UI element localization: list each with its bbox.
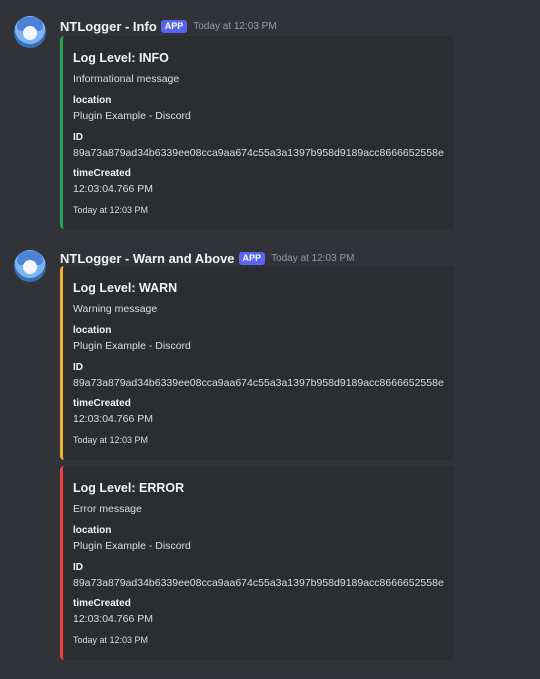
embed-description: Warning message — [73, 303, 158, 315]
avatar-face — [23, 26, 37, 40]
username[interactable]: NTLogger - Info — [60, 19, 157, 34]
field-name-id: ID — [73, 362, 83, 373]
field-value-location: Plugin Example - Discord — [73, 540, 191, 552]
message-timestamp[interactable]: Today at 12:03 PM — [271, 253, 354, 264]
embed-footer: Today at 12:03 PM — [73, 205, 149, 215]
bot-avatar[interactable] — [14, 16, 46, 48]
app-badge: APP — [238, 251, 266, 265]
field-name-location: location — [73, 95, 112, 106]
embed-footer: Today at 12:03 PM — [73, 435, 149, 445]
embed-warn: Log Level: WARN Warning message location… — [60, 266, 454, 460]
field-name-timecreated: timeCreated — [73, 598, 131, 609]
field-name-timecreated: timeCreated — [73, 168, 131, 179]
avatar-face — [23, 260, 37, 274]
field-value-id: 89a73a879ad34b6339ee08cca9aa674c55a3a139… — [73, 577, 444, 589]
embed-error: Log Level: ERROR Error message location … — [60, 466, 454, 660]
field-name-location: location — [73, 325, 112, 336]
username[interactable]: NTLogger - Warn and Above — [60, 251, 235, 266]
message-timestamp[interactable]: Today at 12:03 PM — [193, 21, 276, 32]
field-value-location: Plugin Example - Discord — [73, 340, 191, 352]
field-name-timecreated: timeCreated — [73, 398, 131, 409]
field-value-id: 89a73a879ad34b6339ee08cca9aa674c55a3a139… — [73, 377, 444, 389]
field-name-id: ID — [73, 562, 83, 573]
field-value-timecreated: 12:03:04.766 PM — [73, 413, 153, 425]
embed-title: Log Level: ERROR — [73, 481, 185, 495]
embed-info: Log Level: INFO Informational message lo… — [60, 36, 454, 229]
message-header: NTLogger - Warn and Above APP Today at 1… — [60, 248, 354, 268]
field-name-id: ID — [73, 132, 83, 143]
message-header: NTLogger - Info APP Today at 12:03 PM — [60, 16, 277, 36]
embed-description: Informational message — [73, 73, 180, 85]
field-value-timecreated: 12:03:04.766 PM — [73, 613, 153, 625]
field-value-location: Plugin Example - Discord — [73, 110, 191, 122]
embed-title: Log Level: WARN — [73, 281, 178, 295]
embed-footer: Today at 12:03 PM — [73, 635, 149, 645]
bot-avatar[interactable] — [14, 250, 46, 282]
embed-description: Error message — [73, 503, 142, 515]
field-name-location: location — [73, 525, 112, 536]
field-value-timecreated: 12:03:04.766 PM — [73, 183, 153, 195]
field-value-id: 89a73a879ad34b6339ee08cca9aa674c55a3a139… — [73, 147, 444, 159]
embed-title: Log Level: INFO — [73, 51, 169, 65]
app-badge: APP — [160, 19, 188, 33]
